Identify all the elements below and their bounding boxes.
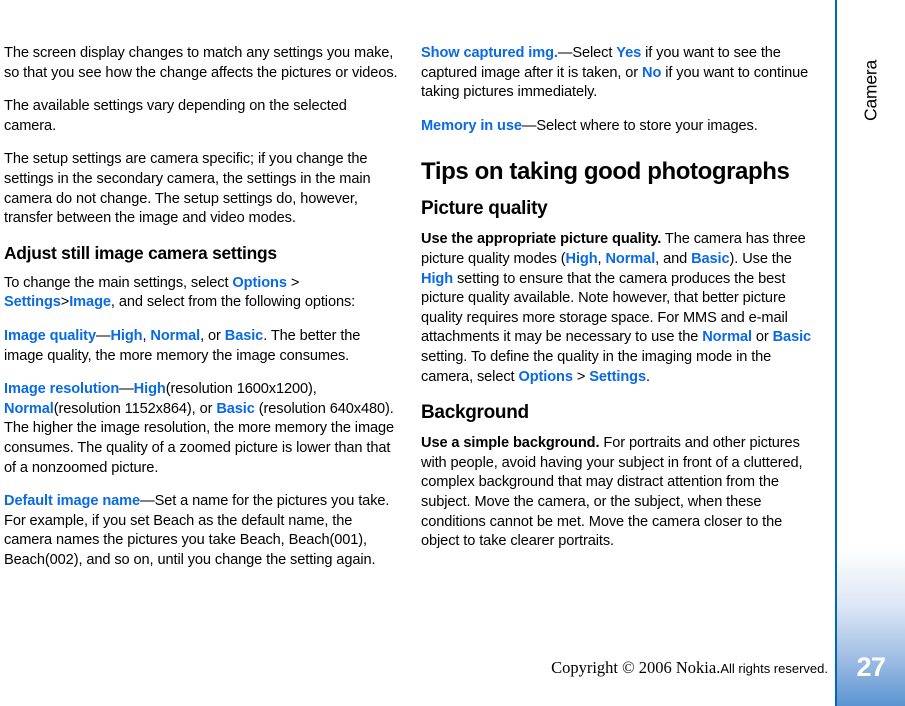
text-run: , and (655, 250, 692, 267)
rights-reserved-text: All rights reserved. (720, 661, 828, 676)
option-no: No (642, 64, 662, 81)
page-number: 27 (856, 652, 886, 682)
option-normal: Normal (4, 400, 54, 417)
text-run: To change the main settings, select (4, 274, 233, 291)
paragraph-setup-settings: The setup settings are camera specific; … (4, 151, 371, 227)
heading-adjust-still-image-camera-settings: Adjust still image camera settings (4, 242, 277, 263)
heading-tips-on-taking-good-photographs: Tips on taking good photographs (421, 158, 790, 186)
text-run: > (286, 274, 300, 291)
manual-page: The screen display changes to match any … (0, 0, 905, 706)
menu-path-settings: Settings (4, 294, 61, 311)
lead-use-a-simple-background: Use a simple background. (421, 435, 600, 452)
text-run: . (646, 368, 650, 385)
paragraph-memory-in-use: Memory in use—Select where to store your… (421, 117, 819, 137)
paragraph-show-captured-img: Show captured img.—Select Yes if you wan… (421, 44, 819, 103)
menu-path-image: Image (69, 294, 111, 311)
text-run: — (95, 327, 111, 344)
option-normal: Normal (150, 327, 201, 344)
footer-copyright: Copyright © 2006 Nokia.All rights reserv… (0, 658, 828, 678)
text-run: —Select where to store your images. (521, 117, 758, 134)
option-basic: Basic (772, 329, 812, 346)
heading-background: Background (421, 402, 529, 424)
paragraph-default-image-name: Default image name—Set a name for the pi… (4, 492, 401, 570)
heading-picture-quality: Picture quality (421, 198, 548, 220)
option-high: High (110, 327, 143, 344)
text-run: For portraits and other pictures with pe… (421, 435, 803, 550)
paragraph-background: Use a simple background. For portraits a… (421, 434, 819, 552)
option-high: High (133, 381, 166, 398)
paragraph-available-settings: The available settings vary depending on… (4, 98, 347, 134)
setting-term-default-image-name: Default image name (4, 493, 141, 510)
text-run: > (572, 368, 590, 385)
option-basic: Basic (224, 327, 264, 344)
setting-term-image-quality: Image quality (4, 327, 96, 344)
left-text-column: The screen display changes to match any … (4, 44, 401, 570)
option-high: High (421, 270, 454, 287)
setting-term-image-resolution: Image resolution (4, 381, 120, 398)
text-run: (resolution 1152x864), or (53, 400, 217, 417)
paragraph-image-resolution: Image resolution—High(resolution 1600x12… (4, 380, 401, 478)
paragraph-image-quality: Image quality—High, Normal, or Basic. Th… (4, 327, 401, 366)
option-normal: Normal (702, 329, 752, 346)
setting-term-show-captured-img: Show captured img. (421, 45, 558, 61)
option-yes: Yes (616, 45, 642, 61)
text-run: —Select (557, 45, 617, 61)
text-run: (resolution 1600x1200), (165, 381, 317, 398)
text-run: or (751, 329, 773, 346)
option-basic: Basic (691, 250, 730, 267)
menu-path-options: Options (232, 274, 287, 291)
menu-path-settings: Settings (589, 368, 647, 385)
copyright-text: Copyright © 2006 Nokia. (551, 658, 721, 677)
paragraph-screen-display: The screen display changes to match any … (4, 45, 398, 81)
lead-use-appropriate-picture-quality: Use the appropriate picture quality. (421, 231, 662, 248)
option-basic: Basic (216, 400, 255, 417)
text-run: , or (200, 327, 225, 344)
chapter-tab-label: Camera (860, 59, 881, 121)
option-high: High (565, 250, 598, 267)
text-run: , and select from the following options: (110, 294, 356, 311)
text-run: ). Use the (729, 250, 792, 267)
paragraph-change-main-settings: To change the main settings, select Opti… (4, 274, 401, 313)
paragraph-picture-quality: Use the appropriate picture quality. The… (421, 230, 819, 387)
setting-term-memory-in-use: Memory in use (421, 117, 522, 134)
text-run: > (60, 294, 70, 311)
right-text-column: Show captured img.—Select Yes if you wan… (421, 44, 819, 552)
menu-path-options: Options (518, 368, 573, 385)
text-run: — (119, 381, 134, 398)
option-normal: Normal (605, 250, 656, 267)
